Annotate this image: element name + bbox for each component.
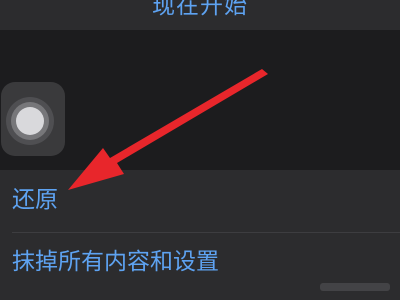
restore-row[interactable]: 还原 — [0, 170, 400, 232]
watermark-logo — [320, 283, 390, 291]
restore-label[interactable]: 还原 — [12, 184, 58, 216]
erase-all-content-label[interactable]: 抹掉所有内容和设置 — [12, 246, 219, 278]
assistive-touch-inner-dot — [16, 107, 44, 135]
assistive-touch-button[interactable] — [1, 82, 65, 156]
settings-screen: 现在开始 还原 抹掉所有内容和设置 — [0, 0, 400, 300]
start-now-cell[interactable]: 现在开始 — [0, 0, 400, 30]
start-now-label[interactable]: 现在开始 — [0, 0, 400, 20]
